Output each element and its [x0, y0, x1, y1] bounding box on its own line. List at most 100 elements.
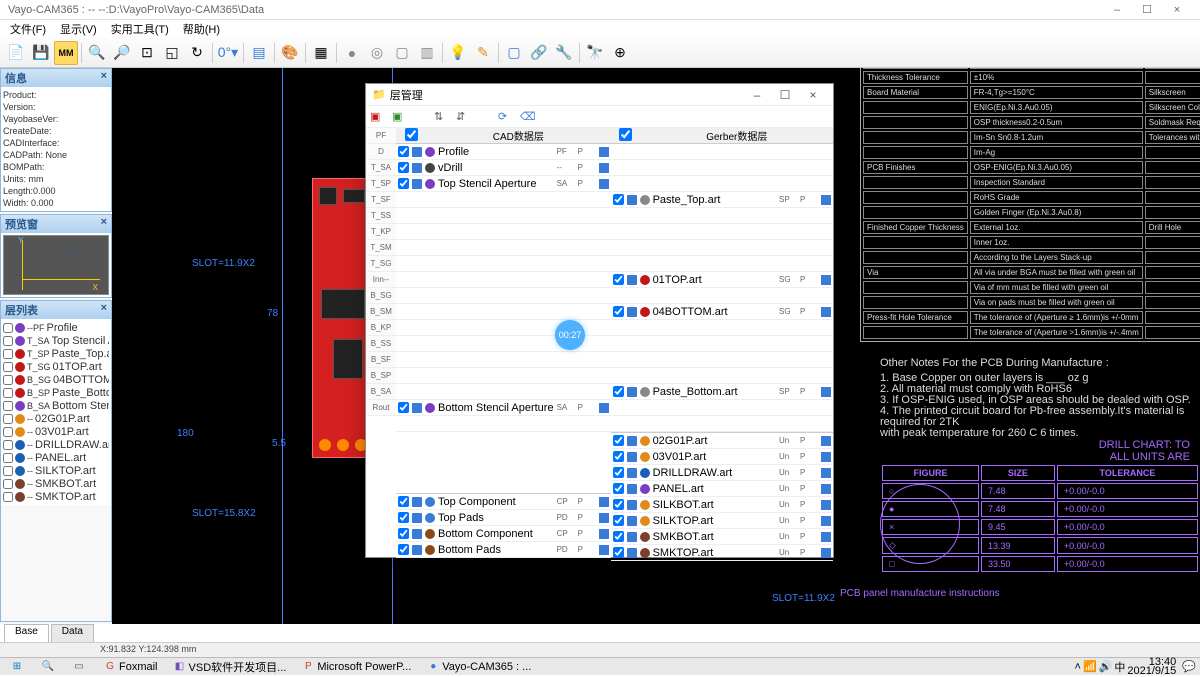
gerber-layer-row[interactable] — [611, 400, 833, 416]
prop-box[interactable] — [821, 500, 831, 510]
cad-layer-row[interactable] — [396, 416, 611, 432]
layer-list-item[interactable]: T_SG01TOP.art — [3, 360, 109, 373]
gerber-layer-row[interactable] — [611, 336, 833, 352]
target-icon[interactable]: ⊕ — [608, 41, 632, 65]
vis-swatch[interactable] — [412, 403, 422, 413]
dialog-minimize-button[interactable]: – — [743, 88, 771, 102]
layer-checkbox[interactable] — [3, 479, 13, 489]
row-checkbox[interactable] — [398, 544, 409, 555]
cad-layer-row[interactable] — [396, 368, 611, 384]
cad-layer-row[interactable] — [396, 352, 611, 368]
vis-swatch[interactable] — [412, 513, 422, 523]
chip-icon[interactable]: ▥ — [415, 41, 439, 65]
layers-icon[interactable]: ▤ — [247, 41, 271, 65]
vis-swatch[interactable] — [627, 468, 637, 478]
wrench-icon[interactable]: 🔧 — [552, 41, 576, 65]
layer-checkbox[interactable] — [3, 362, 13, 372]
ring-icon[interactable]: ◎ — [365, 41, 389, 65]
prop-box[interactable] — [821, 532, 831, 542]
menu-file[interactable]: 文件(F) — [4, 20, 52, 38]
gerber-layer-row[interactable] — [611, 368, 833, 384]
layer-checkbox[interactable] — [3, 427, 13, 437]
layer-checkbox[interactable] — [3, 414, 13, 424]
prop-box[interactable] — [599, 147, 609, 157]
tab-base[interactable]: Base — [4, 624, 49, 642]
taskbar-item[interactable]: ◧VSD软件开发项目... — [167, 657, 294, 677]
row-checkbox[interactable] — [398, 496, 409, 507]
row-checkbox[interactable] — [613, 451, 624, 462]
maximize-button[interactable]: ☐ — [1132, 3, 1162, 16]
export-icon[interactable]: ▣ — [370, 110, 384, 124]
menu-tools[interactable]: 实用工具(T) — [105, 20, 175, 38]
taskbar-item[interactable]: ⊞ — [4, 657, 33, 677]
taskbar-item[interactable]: PMicrosoft PowerP... — [295, 657, 418, 677]
gerber-layer-row[interactable] — [611, 224, 833, 240]
row-checkbox[interactable] — [398, 512, 409, 523]
bulb-icon[interactable]: 💡 — [446, 41, 470, 65]
vis-swatch[interactable] — [412, 163, 422, 173]
grid-icon[interactable]: ▦ — [309, 41, 333, 65]
taskbar-item[interactable]: GFoxmail — [97, 657, 165, 677]
vis-swatch[interactable] — [627, 484, 637, 494]
prop-box[interactable] — [599, 513, 609, 523]
prop-box[interactable] — [821, 436, 831, 446]
vis-swatch[interactable] — [412, 497, 422, 507]
vis-swatch[interactable] — [627, 548, 637, 558]
tray-network-icon[interactable]: 📶 — [1083, 660, 1097, 673]
rotate-icon[interactable]: 0°▾ — [216, 41, 240, 65]
units-button[interactable]: MM — [54, 41, 78, 65]
row-checkbox[interactable] — [613, 435, 624, 446]
layer-list-item[interactable]: --SMKBOT.art — [3, 477, 109, 490]
layer-list-item[interactable]: T_SATop Stencil A — [3, 334, 109, 347]
gerber-layer-row[interactable]: 04BOTTOM.artSGP — [611, 304, 833, 320]
gerber-extra-row[interactable]: PANEL.artUnP — [611, 481, 833, 497]
row-checkbox[interactable] — [613, 515, 624, 526]
prop-box[interactable] — [821, 387, 831, 397]
gerber-layer-row[interactable] — [611, 240, 833, 256]
tray-ime-icon[interactable]: 中 — [1114, 659, 1125, 675]
vis-swatch[interactable] — [627, 436, 637, 446]
vis-swatch[interactable] — [627, 387, 637, 397]
save-icon[interactable]: 💾 — [29, 41, 53, 65]
cad-comp-row[interactable]: Top PadsPDP — [396, 510, 611, 526]
gerber-extra-row[interactable]: DRILLDRAW.artUnP — [611, 465, 833, 481]
cad-layer-row[interactable] — [396, 240, 611, 256]
tray-notifications-icon[interactable]: 💬 — [1182, 660, 1196, 673]
gerber-extra-row[interactable]: SMKTOP.artUnP — [611, 545, 833, 561]
row-checkbox[interactable] — [613, 386, 624, 397]
vis-swatch[interactable] — [627, 275, 637, 285]
gerber-layer-row[interactable] — [611, 320, 833, 336]
close-button[interactable]: × — [1162, 4, 1192, 16]
menu-help[interactable]: 帮助(H) — [177, 20, 226, 38]
layer-list-item[interactable]: T_SPPaste_Top.ar — [3, 347, 109, 360]
refresh-icon[interactable]: ⟳ — [498, 110, 512, 124]
layer-list-item[interactable]: B_SG04BOTTOM.art — [3, 373, 109, 386]
layer-list-item[interactable]: --PFProfile — [3, 321, 109, 334]
panel-close-icon[interactable]: × — [101, 216, 107, 232]
gerber-extra-row[interactable]: SILKTOP.artUnP — [611, 513, 833, 529]
panel-close-icon[interactable]: × — [101, 302, 107, 318]
vis-swatch[interactable] — [412, 147, 422, 157]
gerber-extra-row[interactable]: SMKBOT.artUnP — [611, 529, 833, 545]
row-checkbox[interactable] — [613, 306, 624, 317]
row-checkbox[interactable] — [398, 402, 409, 413]
filter-icon[interactable]: ⇵ — [456, 110, 470, 124]
prop-box[interactable] — [599, 497, 609, 507]
layer-checkbox[interactable] — [3, 375, 13, 385]
taskbar-item[interactable]: ▭ — [66, 657, 95, 677]
delete-icon[interactable]: ⌫ — [520, 110, 534, 124]
gerber-layer-row[interactable] — [611, 288, 833, 304]
cad-layer-row[interactable]: Top Stencil ApertureSAP — [396, 176, 611, 192]
row-checkbox[interactable] — [398, 146, 409, 157]
gerber-extra-row[interactable]: SILKBOT.artUnP — [611, 497, 833, 513]
vis-swatch[interactable] — [627, 452, 637, 462]
gerber-layer-row[interactable]: 01TOP.artSGP — [611, 272, 833, 288]
row-checkbox[interactable] — [398, 528, 409, 539]
zoom-fit-icon[interactable]: ⊡ — [135, 41, 159, 65]
layer-checkbox[interactable] — [3, 440, 13, 450]
taskbar-item[interactable]: ●Vayo-CAM365 : ... — [420, 657, 538, 677]
import-icon[interactable]: ▣ — [392, 110, 406, 124]
gerber-layer-row[interactable] — [611, 144, 833, 160]
gerber-extra-row[interactable]: 02G01P.artUnP — [611, 433, 833, 449]
prop-box[interactable] — [821, 468, 831, 478]
